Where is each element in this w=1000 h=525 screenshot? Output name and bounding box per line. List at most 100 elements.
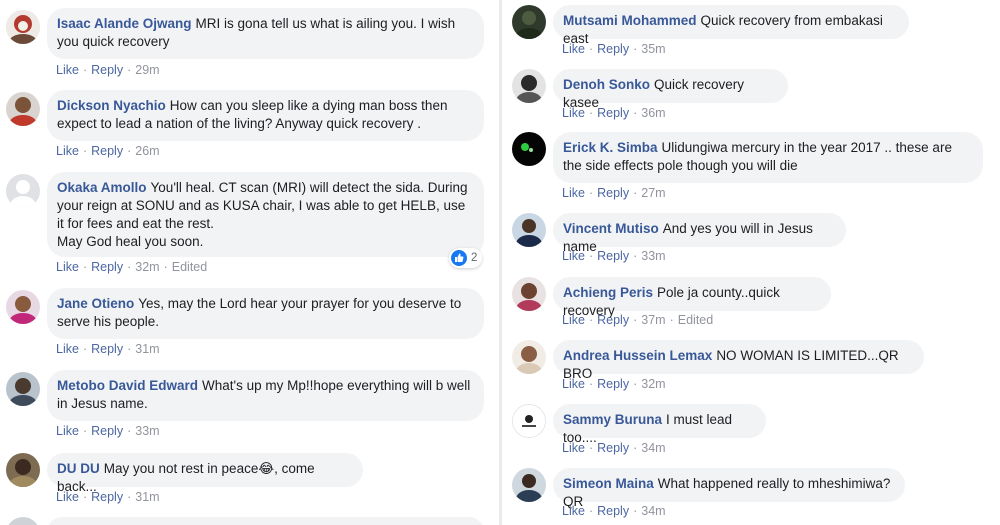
comment-bubble: Sammy Buruna I must lead too.... [553, 404, 766, 445]
comment-time[interactable]: 35m [641, 42, 665, 56]
avatar[interactable] [512, 5, 546, 39]
comment-bubble [47, 517, 484, 525]
avatar[interactable] [6, 290, 40, 324]
comment-text: May you not rest in peace [103, 461, 259, 476]
comment-time[interactable]: 29m [135, 63, 159, 77]
comment-actions: Like · Reply · 37m · Edited [562, 313, 714, 327]
comment-time[interactable]: 33m [641, 249, 665, 263]
reply-link[interactable]: Reply [597, 186, 629, 200]
edited-label[interactable]: Edited [678, 313, 713, 327]
comment-author[interactable]: Jane Otieno [57, 296, 134, 311]
comment-author[interactable]: Vincent Mutiso [563, 221, 659, 236]
comment-bubble: Andrea Hussein Lemax NO WOMAN IS LIMITED.… [553, 340, 924, 381]
comment-author[interactable]: Metobo David Edward [57, 378, 198, 393]
like-link[interactable]: Like [562, 42, 585, 56]
comment-time[interactable]: 36m [641, 106, 665, 120]
comment-bubble: Metobo David Edward What's up my Mp!!hope… [47, 370, 484, 421]
reaction-count[interactable]: 2 [449, 248, 483, 268]
avatar[interactable] [6, 453, 40, 487]
like-link[interactable]: Like [562, 313, 585, 327]
reply-link[interactable]: Reply [91, 424, 123, 438]
comment-author[interactable]: DU DU [57, 461, 100, 476]
avatar[interactable] [512, 404, 546, 438]
avatar[interactable] [6, 517, 40, 525]
right-comment-column: Mutsami Mohammed Quick recovery from emba… [502, 0, 1000, 525]
reply-link[interactable]: Reply [91, 63, 123, 77]
like-link[interactable]: Like [562, 504, 585, 518]
comment-actions: Like · Reply · 31m [56, 342, 160, 356]
avatar[interactable] [512, 213, 546, 247]
avatar[interactable] [6, 92, 40, 126]
reply-link[interactable]: Reply [597, 313, 629, 327]
comment-bubble: DU DU May you not rest in peace😂, come ba… [47, 453, 363, 494]
comment-author[interactable]: Andrea Hussein Lemax [563, 348, 712, 363]
comment-bubble: Jane Otieno Yes, may the Lord hear your p… [47, 288, 484, 339]
reply-link[interactable]: Reply [91, 490, 123, 504]
comment-author[interactable]: Isaac Alande Ojwang [57, 16, 192, 31]
comment-time[interactable]: 26m [135, 144, 159, 158]
reply-link[interactable]: Reply [597, 441, 629, 455]
like-link[interactable]: Like [56, 424, 79, 438]
like-link[interactable]: Like [56, 342, 79, 356]
avatar[interactable] [512, 468, 546, 502]
like-link[interactable]: Like [562, 106, 585, 120]
reply-link[interactable]: Reply [91, 342, 123, 356]
comment-time[interactable]: 33m [135, 424, 159, 438]
comment-bubble: Achieng Peris Pole ja county..quick recov… [553, 277, 831, 318]
reply-link[interactable]: Reply [597, 42, 629, 56]
comment-time[interactable]: 34m [641, 441, 665, 455]
thumbs-up-icon [451, 250, 467, 266]
comment-time[interactable]: 37m [641, 313, 665, 327]
like-link[interactable]: Like [56, 144, 79, 158]
avatar[interactable] [512, 277, 546, 311]
reply-link[interactable]: Reply [597, 106, 629, 120]
comment-actions: Like · Reply · 36m [562, 106, 666, 120]
comment-text-line2: May God heal you soon. [57, 234, 204, 249]
laughing-emoji-icon: 😂 [258, 461, 275, 476]
reply-link[interactable]: Reply [597, 249, 629, 263]
like-link[interactable]: Like [562, 377, 585, 391]
comment-bubble: Simeon Maina What happened really to mhes… [553, 468, 905, 509]
reply-link[interactable]: Reply [597, 377, 629, 391]
avatar[interactable] [6, 372, 40, 406]
comment-time[interactable]: 34m [641, 504, 665, 518]
comment-bubble: Dickson Nyachio How can you sleep like a … [47, 90, 484, 141]
comment-actions: Like · Reply · 31m [56, 490, 160, 504]
comment-time[interactable]: 31m [135, 490, 159, 504]
avatar[interactable] [6, 174, 40, 208]
like-link[interactable]: Like [562, 186, 585, 200]
like-link[interactable]: Like [56, 63, 79, 77]
comment-author[interactable]: Dickson Nyachio [57, 98, 166, 113]
comment-author[interactable]: Okaka Amollo [57, 180, 147, 195]
reply-link[interactable]: Reply [597, 504, 629, 518]
comment-author[interactable]: Mutsami Mohammed [563, 13, 697, 28]
comment-time[interactable]: 32m [135, 260, 159, 274]
like-link[interactable]: Like [562, 249, 585, 263]
comment-author[interactable]: Achieng Peris [563, 285, 653, 300]
comment-bubble: Erick K. Simba Ulidungiwa mercury in the … [553, 132, 983, 183]
comment-author[interactable]: Sammy Buruna [563, 412, 662, 427]
comment-author[interactable]: Simeon Maina [563, 476, 654, 491]
left-comment-column: Isaac Alande Ojwang MRI is gona tell us w… [0, 0, 499, 525]
like-link[interactable]: Like [56, 260, 79, 274]
comment-actions: Like · Reply · 33m [562, 249, 666, 263]
avatar[interactable] [512, 132, 546, 166]
reply-link[interactable]: Reply [91, 144, 123, 158]
comment-actions: Like · Reply · 34m [562, 441, 666, 455]
avatar[interactable] [512, 69, 546, 103]
avatar[interactable] [512, 340, 546, 374]
edited-label[interactable]: Edited [172, 260, 207, 274]
reply-link[interactable]: Reply [91, 260, 123, 274]
like-link[interactable]: Like [562, 441, 585, 455]
avatar[interactable] [6, 10, 40, 44]
comment-time[interactable]: 31m [135, 342, 159, 356]
comment-actions: Like · Reply · 26m [56, 144, 160, 158]
comment-actions: Like · Reply · 35m [562, 42, 666, 56]
reaction-number: 2 [471, 252, 478, 264]
comment-author[interactable]: Erick K. Simba [563, 140, 658, 155]
comment-actions: Like · Reply · 34m [562, 504, 666, 518]
like-link[interactable]: Like [56, 490, 79, 504]
comment-author[interactable]: Denoh Sonko [563, 77, 650, 92]
comment-time[interactable]: 27m [641, 186, 665, 200]
comment-time[interactable]: 32m [641, 377, 665, 391]
